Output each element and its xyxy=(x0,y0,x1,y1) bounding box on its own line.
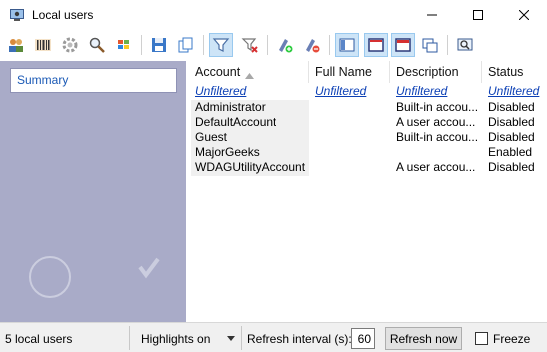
status-separator xyxy=(129,326,130,350)
filter-full-name[interactable]: Unfiltered xyxy=(315,84,366,98)
cell-description: A user accou... xyxy=(396,160,476,174)
close-button[interactable] xyxy=(501,0,547,30)
windows-icon[interactable] xyxy=(112,33,136,57)
freeze-label: Freeze xyxy=(493,332,531,346)
maximize-button[interactable] xyxy=(455,0,501,30)
user-count: 5 local users xyxy=(5,332,73,346)
chevron-down-icon[interactable] xyxy=(227,336,235,341)
table-row[interactable]: Guest Built-in accou... Disabled xyxy=(186,130,547,145)
column-header-status[interactable]: Status xyxy=(488,65,523,79)
filter-description[interactable]: Unfiltered xyxy=(396,84,447,98)
sidebar: Summary xyxy=(0,61,186,322)
column-header-full-name[interactable]: Full Name xyxy=(315,65,372,79)
minimize-button[interactable] xyxy=(409,0,455,30)
window-frame-icon[interactable] xyxy=(391,33,415,57)
refresh-interval-label: Refresh interval (s): xyxy=(247,332,352,346)
screen-search-icon[interactable] xyxy=(453,33,477,57)
cell-status: Disabled xyxy=(488,130,535,144)
toolbar-separator xyxy=(141,35,142,55)
remove-user-icon[interactable] xyxy=(300,33,324,57)
cell-status: Disabled xyxy=(488,115,535,129)
sidebar-item-summary[interactable]: Summary xyxy=(10,68,177,93)
users-icon[interactable] xyxy=(4,33,28,57)
column-separator xyxy=(389,61,390,83)
column-header-description[interactable]: Description xyxy=(396,65,459,79)
window-title: Local users xyxy=(32,8,94,22)
window-red-icon[interactable] xyxy=(364,33,388,57)
cell-account: Guest xyxy=(195,130,228,144)
cell-account: WDAGUtilityAccount xyxy=(195,160,306,174)
cell-description: Built-in accou... xyxy=(396,100,479,114)
copy-icon[interactable] xyxy=(174,33,198,57)
toolbar-separator xyxy=(267,35,268,55)
add-user-icon[interactable] xyxy=(273,33,297,57)
refresh-interval-input[interactable]: 60 xyxy=(351,328,375,349)
filter-account[interactable]: Unfiltered xyxy=(195,84,246,98)
table-row[interactable]: Administrator Built-in accou... Disabled xyxy=(186,100,547,115)
cell-account: MajorGeeks xyxy=(195,145,260,159)
clear-filter-icon[interactable] xyxy=(238,33,262,57)
search-user-icon[interactable] xyxy=(85,33,109,57)
save-icon[interactable] xyxy=(147,33,171,57)
cell-status: Disabled xyxy=(488,100,535,114)
users-list: Account Full Name Description Status Unf… xyxy=(186,61,547,322)
filter-icon[interactable] xyxy=(209,33,233,57)
app-icon xyxy=(9,7,25,23)
column-header-account[interactable]: Account xyxy=(195,65,240,79)
status-separator xyxy=(241,326,242,350)
majorgeeks-watermark xyxy=(28,231,168,311)
toolbar xyxy=(0,30,547,61)
barcode-icon[interactable] xyxy=(31,33,55,57)
refresh-now-button[interactable]: Refresh now xyxy=(385,327,462,350)
table-row[interactable]: DefaultAccount A user accou... Disabled xyxy=(186,115,547,130)
filter-status[interactable]: Unfiltered xyxy=(488,84,539,98)
freeze-checkbox[interactable] xyxy=(475,332,488,345)
cell-status: Enabled xyxy=(488,145,533,159)
cell-account: Administrator xyxy=(195,100,266,114)
windows-stack-icon[interactable] xyxy=(418,33,442,57)
table-row[interactable]: MajorGeeks Enabled xyxy=(186,145,547,160)
cell-description: Built-in accou... xyxy=(396,130,479,144)
table-row[interactable]: WDAGUtilityAccount A user accou... Disab… xyxy=(186,160,547,175)
highlights-dropdown[interactable]: Highlights on xyxy=(141,332,210,346)
cell-status: Disabled xyxy=(488,160,535,174)
toolbar-separator xyxy=(203,35,204,55)
column-separator xyxy=(481,61,482,83)
title-bar: Local users xyxy=(0,0,547,30)
column-separator xyxy=(308,61,309,83)
status-bar: 5 local users Highlights on Refresh inte… xyxy=(0,322,547,352)
toolbar-separator xyxy=(329,35,330,55)
cell-description: A user accou... xyxy=(396,115,476,129)
layout-panel-icon[interactable] xyxy=(335,33,359,57)
gear-icon[interactable] xyxy=(58,33,82,57)
sort-ascending-icon xyxy=(245,68,254,82)
cell-account: DefaultAccount xyxy=(195,115,277,129)
toolbar-separator xyxy=(447,35,448,55)
